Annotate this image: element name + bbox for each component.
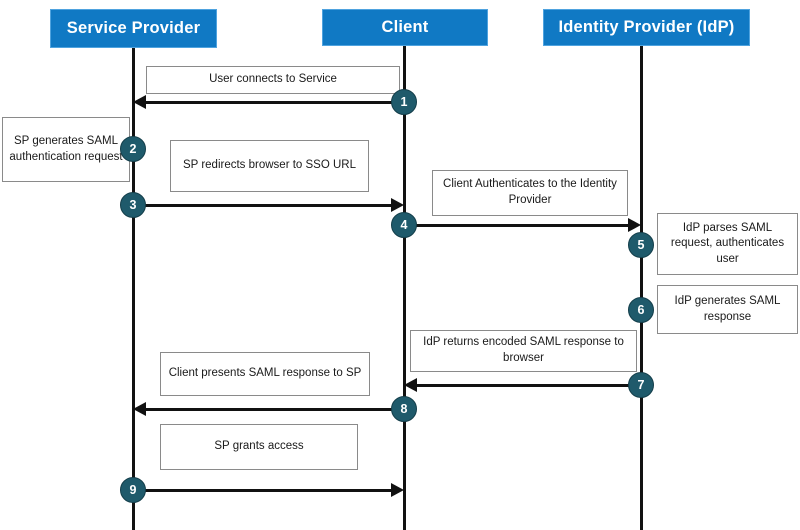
lifeline-client	[403, 46, 406, 530]
step-number-3: 3	[129, 198, 137, 212]
note-step-2: SP generates SAML authentication request	[2, 117, 130, 182]
note-step-5-text: IdP parses SAML request, authenticates u…	[670, 221, 785, 265]
step-number-9: 9	[129, 483, 137, 497]
arrow-line-step-9	[133, 489, 392, 492]
arrow-line-step-3	[133, 204, 392, 207]
note-step-3-text: SP redirects browser to SSO URL	[183, 159, 356, 172]
arrow-head-step-3	[391, 198, 404, 212]
note-step-7: IdP returns encoded SAML response to bro…	[410, 330, 637, 372]
step-number-8: 8	[400, 402, 408, 416]
lifeline-identity-provider	[640, 46, 643, 530]
note-step-8: Client presents SAML response to SP	[160, 352, 370, 396]
arrow-head-step-9	[391, 483, 404, 497]
arrow-line-step-1	[146, 101, 404, 104]
note-step-6-text: IdP generates SAML response	[674, 294, 781, 323]
step-circle-5[interactable]: 5	[628, 232, 654, 258]
step-circle-2[interactable]: 2	[120, 136, 146, 162]
arrow-line-step-4	[404, 224, 629, 227]
arrow-head-step-7	[404, 378, 417, 392]
note-step-8-text: Client presents SAML response to SP	[168, 367, 362, 380]
note-step-7-text: IdP returns encoded SAML response to bro…	[423, 336, 624, 364]
note-step-2-text: SP generates SAML authentication request	[9, 134, 123, 163]
step-circle-6[interactable]: 6	[628, 297, 654, 323]
step-circle-1[interactable]: 1	[391, 89, 417, 115]
actor-label-identity-provider: Identity Provider (IdP)	[558, 18, 735, 36]
actor-header-service-provider[interactable]: Service Provider	[50, 9, 217, 48]
step-number-5: 5	[637, 238, 645, 252]
note-step-4: Client Authenticates to the Identity Pro…	[432, 170, 628, 216]
step-number-1: 1	[400, 95, 408, 109]
note-step-9: SP grants access	[160, 424, 358, 470]
step-circle-4[interactable]: 4	[391, 212, 417, 238]
actor-label-client: Client	[381, 18, 429, 36]
actor-header-client[interactable]: Client	[322, 9, 488, 46]
arrow-line-step-8	[145, 408, 404, 411]
actor-header-identity-provider[interactable]: Identity Provider (IdP)	[543, 9, 750, 46]
step-number-6: 6	[637, 303, 645, 317]
step-circle-9[interactable]: 9	[120, 477, 146, 503]
actor-label-service-provider: Service Provider	[66, 19, 201, 37]
arrow-head-step-8	[133, 402, 146, 416]
arrow-line-step-7	[416, 384, 632, 387]
note-step-1: User connects to Service	[146, 66, 400, 94]
saml-sequence-diagram: Service Provider Client Identity Provide…	[0, 0, 800, 530]
note-step-5: IdP parses SAML request, authenticates u…	[657, 213, 798, 275]
arrow-head-step-4	[628, 218, 641, 232]
arrow-head-step-1	[133, 95, 146, 109]
step-number-7: 7	[637, 378, 645, 392]
note-step-1-text: User connects to Service	[209, 73, 337, 86]
note-step-4-text: Client Authenticates to the Identity Pro…	[443, 178, 617, 206]
note-step-3: SP redirects browser to SSO URL	[170, 140, 369, 192]
step-circle-7[interactable]: 7	[628, 372, 654, 398]
lifeline-service-provider	[132, 48, 135, 530]
step-number-2: 2	[129, 142, 137, 156]
step-circle-3[interactable]: 3	[120, 192, 146, 218]
note-step-6: IdP generates SAML response	[657, 285, 798, 334]
note-step-9-text: SP grants access	[214, 440, 304, 453]
step-circle-8[interactable]: 8	[391, 396, 417, 422]
step-number-4: 4	[400, 218, 408, 232]
